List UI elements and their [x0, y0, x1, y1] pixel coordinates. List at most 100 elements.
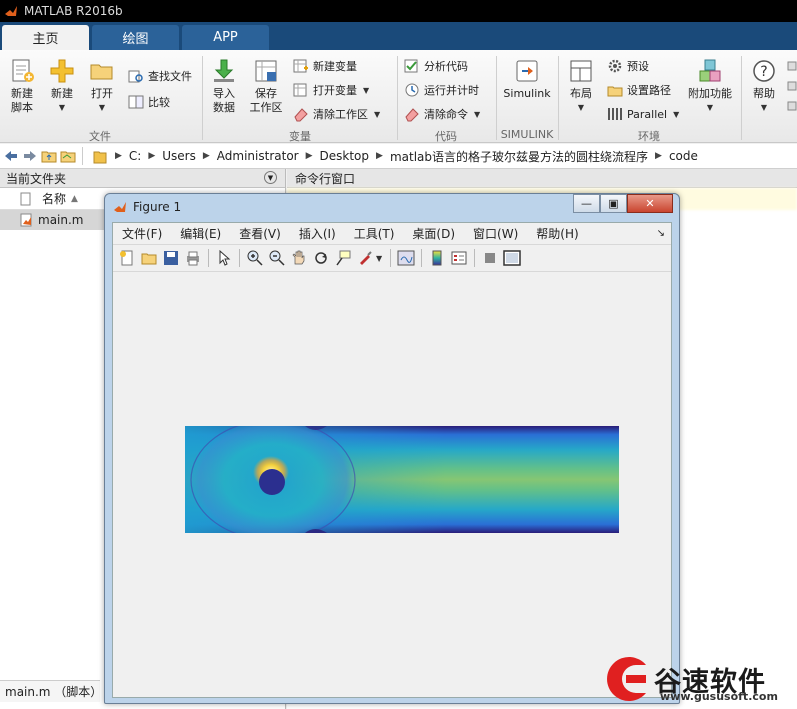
up-folder-icon[interactable] [41, 148, 57, 164]
eraser-icon [294, 108, 308, 122]
chevron-down-icon: ▼ [474, 109, 481, 119]
folder-open-icon [90, 64, 113, 80]
ribbon: 新建 脚本 新建 ▼ 打开 ▼ 查找文件 比较 文件 导入 数据 保存 工作区 … [0, 50, 797, 143]
open-variable-icon [293, 83, 307, 97]
tab-home[interactable]: 主页 [2, 25, 89, 50]
svg-text:?: ? [760, 64, 767, 80]
open-file-icon[interactable] [138, 247, 160, 269]
clear-workspace-label: 清除工作区 [313, 108, 368, 121]
close-button[interactable]: ✕ [627, 194, 673, 213]
matlab-logo-icon [5, 6, 17, 16]
tab-apps[interactable]: APP [182, 25, 269, 50]
zoom-out-icon[interactable] [266, 247, 288, 269]
ribbon-divider [741, 56, 742, 140]
file-header-icon [20, 192, 31, 205]
toolbar-divider [421, 249, 423, 267]
figure-title: Figure 1 [133, 200, 182, 214]
panel-menu-chevron-icon[interactable]: ▼ [264, 171, 277, 184]
layout-button[interactable]: 布局 ▼ [565, 58, 597, 115]
cylinder [259, 469, 285, 495]
restore-button[interactable]: ▣ [600, 194, 627, 213]
eraser-icon [405, 108, 419, 122]
toolbar-divider [239, 249, 240, 267]
breadcrumb-project-folder[interactable]: matlab语言的格子玻尔兹曼方法的圆柱绕流程序 [390, 148, 648, 165]
file-group-label: 文件 [89, 130, 111, 143]
code-group-label: 代码 [435, 130, 457, 143]
new-script-label: 新建 脚本 [11, 87, 33, 114]
legend-icon[interactable] [448, 247, 470, 269]
new-figure-icon[interactable] [116, 247, 138, 269]
minimize-button[interactable]: — [573, 194, 600, 213]
back-arrow-icon[interactable] [3, 148, 19, 164]
data-cursor-icon[interactable] [332, 247, 354, 269]
open-variable-label: 打开变量 [313, 84, 357, 97]
menu-desktop[interactable]: 桌面(D) [403, 225, 464, 242]
open-button[interactable]: 打开 ▼ [86, 58, 118, 115]
save-workspace-icon [255, 60, 277, 82]
browse-folder-icon[interactable] [60, 148, 76, 164]
save-workspace-button[interactable]: 保存 工作区 [247, 58, 285, 115]
menu-help[interactable]: 帮助(H) [527, 225, 587, 242]
folder-icon [92, 148, 108, 164]
set-path-button[interactable]: 设置路径 [607, 82, 671, 98]
command-window-title: 命令行窗口 [295, 171, 356, 186]
menu-insert[interactable]: 插入(I) [290, 225, 345, 242]
clear-commands-button[interactable]: 清除命令 ▼ [404, 106, 480, 122]
link-plot-icon[interactable] [395, 247, 417, 269]
colorbar-icon[interactable] [426, 247, 448, 269]
new-button[interactable]: 新建 ▼ [46, 58, 78, 115]
new-script-button[interactable]: 新建 脚本 [6, 58, 38, 115]
preferences-button[interactable]: 预设 [607, 58, 649, 74]
clear-workspace-button[interactable]: 清除工作区 ▼ [293, 106, 380, 122]
show-plot-tools-icon[interactable] [501, 247, 523, 269]
parallel-button[interactable]: Parallel ▼ [607, 106, 679, 122]
breadcrumb-code[interactable]: code [669, 149, 698, 163]
simulink-button[interactable]: Simulink [502, 58, 552, 101]
menu-file[interactable]: 文件(F) [113, 225, 171, 242]
menu-window[interactable]: 窗口(W) [464, 225, 527, 242]
breadcrumb-separator-icon: ▶ [148, 151, 156, 161]
forward-arrow-icon[interactable] [22, 148, 38, 164]
print-icon[interactable] [182, 247, 204, 269]
dock-arrow-icon[interactable]: ↘ [657, 228, 665, 239]
window-controls: — ▣ ✕ [573, 194, 673, 213]
help-label: 帮助 [753, 87, 775, 100]
parallel-label: Parallel [627, 107, 668, 121]
toolbar-divider [390, 249, 392, 267]
rotate-3d-icon[interactable] [310, 247, 332, 269]
brush-icon[interactable] [354, 247, 376, 269]
current-folder-header: 当前文件夹 ▼ [0, 169, 285, 188]
layout-icon [570, 60, 592, 82]
compare-button[interactable]: 比较 [128, 94, 170, 110]
breadcrumb-users[interactable]: Users [162, 149, 196, 163]
help-button[interactable]: ? 帮助 ▼ [748, 58, 780, 115]
chevron-down-icon: ▼ [374, 109, 381, 119]
open-variable-button[interactable]: 打开变量 ▼ [293, 82, 369, 98]
find-files-icon [128, 70, 143, 83]
import-data-button[interactable]: 导入 数据 [208, 58, 240, 115]
breadcrumb-administrator[interactable]: Administrator [217, 149, 299, 163]
hide-plot-tools-icon[interactable] [479, 247, 501, 269]
save-icon[interactable] [160, 247, 182, 269]
pan-hand-icon[interactable] [288, 247, 310, 269]
breadcrumb-drive[interactable]: C: [129, 149, 141, 163]
analyze-code-button[interactable]: 分析代码 [404, 58, 468, 74]
address-divider [82, 147, 83, 165]
community-icon-button[interactable] [787, 60, 797, 120]
zoom-in-icon[interactable] [244, 247, 266, 269]
find-files-button[interactable]: 查找文件 [128, 68, 192, 84]
toolbar-divider [208, 249, 209, 267]
pointer-icon[interactable] [213, 247, 235, 269]
simulink-icon [516, 60, 538, 82]
menu-tools[interactable]: 工具(T) [345, 225, 404, 242]
chevron-down-icon[interactable]: ▼ [376, 254, 382, 263]
menu-edit[interactable]: 编辑(E) [171, 225, 230, 242]
breadcrumb-separator-icon: ▶ [202, 151, 210, 161]
addons-button[interactable]: 附加功能 ▼ [685, 58, 735, 115]
breadcrumb-desktop[interactable]: Desktop [320, 149, 370, 163]
tab-plots[interactable]: 绘图 [92, 25, 179, 50]
menu-view[interactable]: 查看(V) [230, 225, 290, 242]
run-and-time-button[interactable]: 运行并计时 [404, 82, 479, 98]
new-variable-button[interactable]: 新建变量 [293, 58, 357, 74]
matlab-logo-icon [114, 202, 126, 212]
